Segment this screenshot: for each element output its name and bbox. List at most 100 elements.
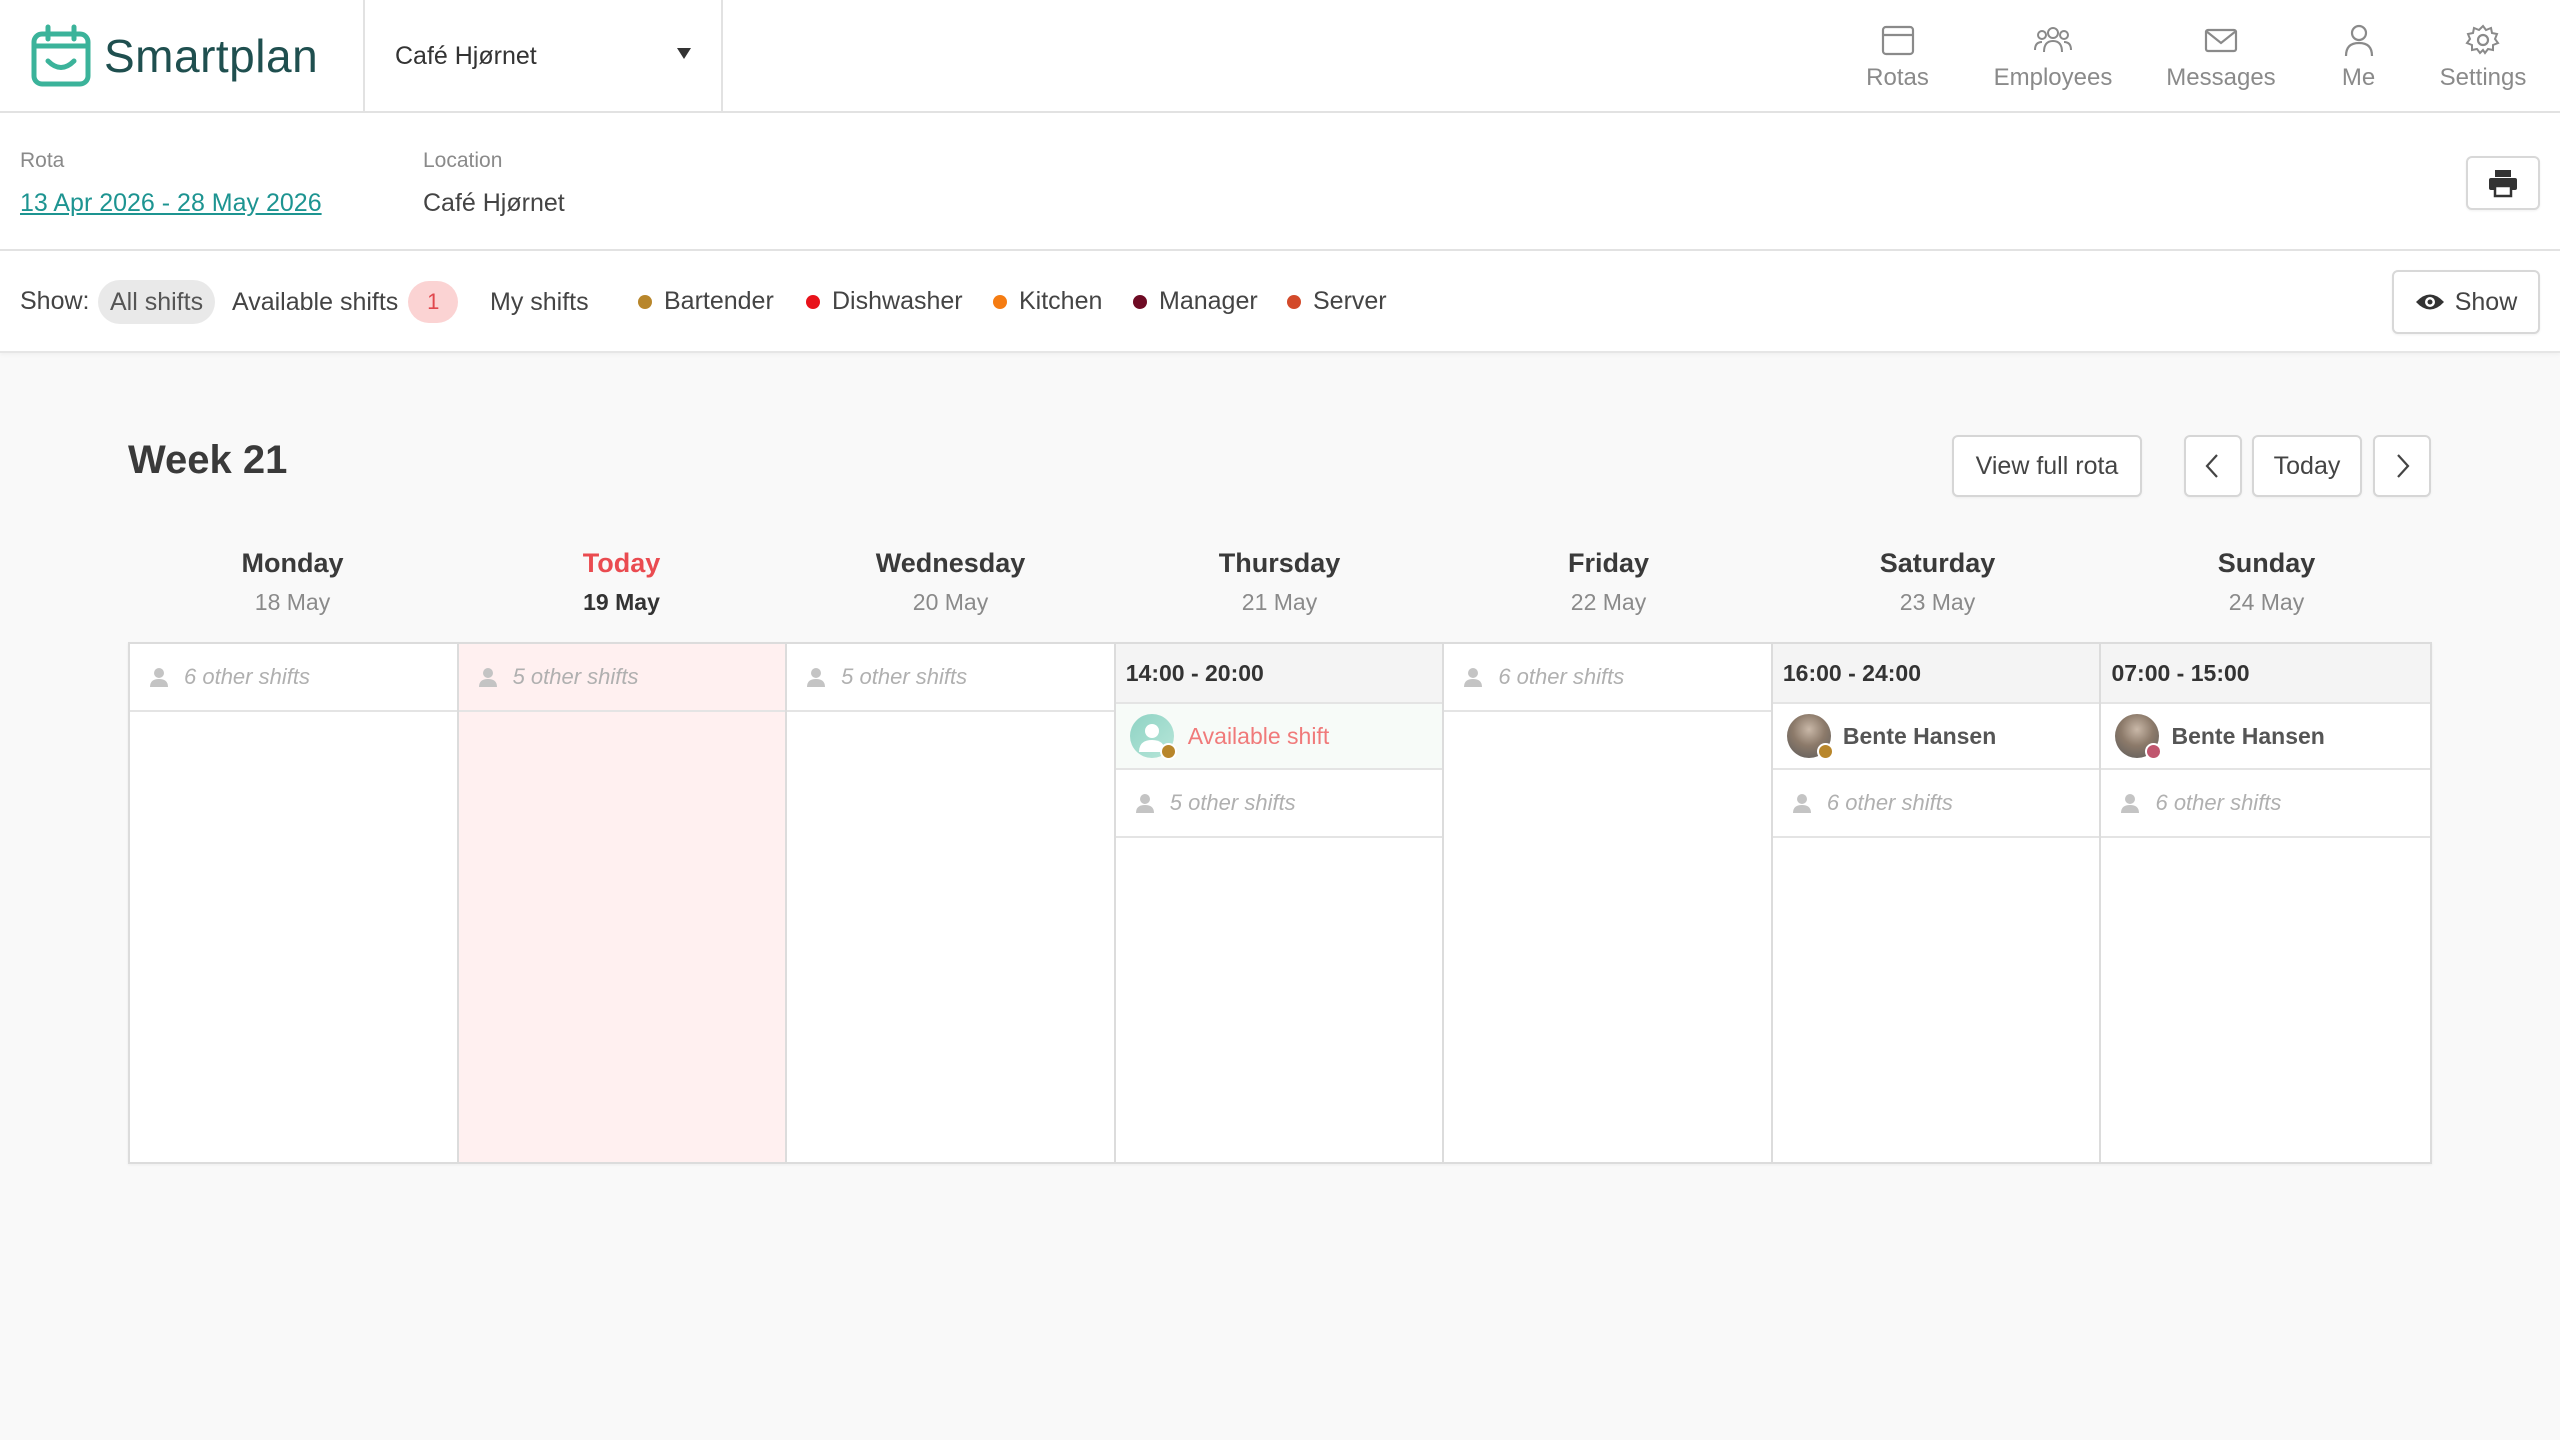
- role-bartender-label: Bartender: [664, 287, 774, 315]
- shift-time-header: 16:00 - 24:00: [1772, 644, 2100, 704]
- day-header-friday: Friday 22 May: [1444, 548, 1773, 616]
- other-shifts-row[interactable]: 5 other shifts: [1115, 770, 1443, 838]
- day-column-saturday[interactable]: 16:00 - 24:00 Bente Hansen 6 other shift…: [1772, 644, 2102, 1162]
- role-color-dot: [993, 294, 1007, 309]
- other-shifts-row[interactable]: 6 other shifts: [1444, 644, 1771, 712]
- shift-time-header: 07:00 - 15:00: [2101, 644, 2431, 704]
- week-grid: 6 other shifts 5 other shifts 5 other sh…: [128, 642, 2432, 1164]
- today-button[interactable]: Today: [2252, 435, 2362, 497]
- day-column-sunday[interactable]: 07:00 - 15:00 Bente Hansen 6 other shift…: [2101, 644, 2431, 1162]
- role-color-dot: [638, 294, 652, 309]
- other-shifts-row[interactable]: 6 other shifts: [1772, 770, 2100, 838]
- person-icon: [807, 668, 826, 687]
- role-manager[interactable]: Manager: [1133, 287, 1258, 316]
- show-label: Show:: [20, 287, 90, 315]
- day-date: 22 May: [1570, 589, 1647, 615]
- role-server-label: Server: [1313, 287, 1387, 315]
- nav-rotas-label: Rotas: [1866, 63, 1929, 91]
- day-name: Saturday: [1879, 548, 1996, 578]
- role-bartender[interactable]: Bartender: [638, 287, 774, 316]
- day-column-thursday[interactable]: 14:00 - 20:00 Available shift 5 other sh…: [1115, 644, 1445, 1162]
- logo-text: Smartplan: [104, 30, 319, 82]
- day-column-wednesday[interactable]: 5 other shifts: [787, 644, 1116, 1162]
- nav-messages[interactable]: Messages: [2131, 0, 2311, 113]
- day-date: 24 May: [2228, 589, 2305, 615]
- person-icon: [1792, 794, 1811, 813]
- other-shifts-row[interactable]: 5 other shifts: [458, 644, 786, 712]
- day-header-wednesday: Wednesday 20 May: [786, 548, 1115, 616]
- location-label: Location: [423, 149, 503, 172]
- caret-down-icon: [677, 48, 691, 59]
- chevron-left-icon: [2205, 454, 2218, 478]
- filter-my-shifts[interactable]: My shifts: [490, 280, 589, 324]
- other-shifts-label: 5 other shifts: [512, 664, 639, 689]
- avatar: [2115, 714, 2163, 760]
- nav-rotas[interactable]: Rotas: [1820, 0, 1975, 113]
- employee-shift-row[interactable]: Bente Hansen: [2101, 704, 2431, 770]
- rota-period-link[interactable]: 13 Apr 2026 - 28 May 2026: [20, 189, 322, 218]
- available-shift-row[interactable]: Available shift: [1115, 704, 1443, 770]
- other-shifts-label: 6 other shifts: [184, 664, 310, 689]
- logo[interactable]: Smartplan: [30, 24, 318, 88]
- day-column-monday[interactable]: 6 other shifts: [130, 644, 459, 1162]
- show-button[interactable]: Show: [2392, 270, 2540, 334]
- print-button[interactable]: [2466, 156, 2540, 210]
- show-button-label: Show: [2454, 287, 2518, 316]
- day-date: 20 May: [912, 589, 989, 615]
- calendar-icon: [1881, 25, 1914, 55]
- role-color-dot: [1159, 743, 1177, 760]
- day-column-today[interactable]: 5 other shifts: [458, 644, 788, 1162]
- top-nav: Rotas Employees Messages Me Settings: [1820, 0, 2560, 113]
- rota-label: Rota: [20, 149, 65, 172]
- nav-messages-label: Messages: [2166, 63, 2276, 91]
- filter-all-shifts[interactable]: All shifts: [98, 280, 216, 324]
- view-full-rota-button[interactable]: View full rota: [1952, 435, 2142, 497]
- nav-settings[interactable]: Settings: [2406, 0, 2560, 113]
- other-shifts-row[interactable]: 6 other shifts: [130, 644, 457, 712]
- avatar: [1129, 714, 1177, 760]
- day-date: 21 May: [1241, 589, 1318, 615]
- day-header-saturday: Saturday 23 May: [1773, 548, 2102, 616]
- day-name: Thursday: [1218, 548, 1341, 578]
- nav-me-label: Me: [2341, 63, 2376, 91]
- chevron-right-icon: [2397, 454, 2410, 478]
- day-date: 18 May: [254, 589, 331, 615]
- eye-icon: [2415, 294, 2444, 310]
- day-column-friday[interactable]: 6 other shifts: [1444, 644, 1773, 1162]
- divider: [721, 0, 723, 113]
- employee-shift-row[interactable]: Bente Hansen: [1772, 704, 2100, 770]
- other-shifts-row[interactable]: 5 other shifts: [787, 644, 1114, 712]
- role-dishwasher[interactable]: Dishwasher: [806, 287, 963, 316]
- envelope-icon: [2204, 28, 2238, 52]
- filter-available-shifts-label: Available shifts: [232, 287, 399, 316]
- role-color-dot: [806, 294, 820, 309]
- shift-time-header: 14:00 - 20:00: [1115, 644, 1443, 704]
- person-icon: [1135, 794, 1154, 813]
- person-icon: [478, 668, 497, 687]
- avatar: [1786, 714, 1834, 760]
- previous-week-button[interactable]: [2184, 435, 2242, 497]
- next-week-button[interactable]: [2373, 435, 2431, 497]
- other-shifts-label: 5 other shifts: [1169, 790, 1296, 815]
- person-icon: [150, 668, 168, 687]
- other-shifts-label: 6 other shifts: [1826, 790, 1953, 815]
- top-header: Smartplan Café Hjørnet Rotas Employees M…: [0, 0, 2560, 113]
- other-shifts-row[interactable]: 6 other shifts: [2101, 770, 2431, 838]
- shift-name: Bente Hansen: [1842, 722, 1997, 749]
- calendar-smile-icon: [31, 24, 91, 87]
- filter-available-shifts[interactable]: Available shifts 1: [232, 280, 459, 324]
- day-header-today: Today 19 May: [457, 548, 786, 616]
- nav-me[interactable]: Me: [2311, 0, 2406, 113]
- day-name: Monday: [241, 548, 344, 578]
- role-dishwasher-label: Dishwasher: [832, 287, 963, 315]
- location-select[interactable]: Café Hjørnet: [365, 0, 721, 113]
- filter-bar: Show: All shifts Available shifts 1 My s…: [0, 251, 2560, 353]
- role-server[interactable]: Server: [1287, 287, 1387, 316]
- nav-settings-label: Settings: [2439, 63, 2527, 91]
- other-shifts-label: 6 other shifts: [2155, 790, 2282, 815]
- nav-employees[interactable]: Employees: [1975, 0, 2131, 113]
- filter-all-shifts-label: All shifts: [110, 287, 204, 316]
- role-kitchen[interactable]: Kitchen: [993, 287, 1102, 316]
- day-name: Wednesday: [875, 548, 1026, 578]
- person-icon: [1464, 668, 1483, 687]
